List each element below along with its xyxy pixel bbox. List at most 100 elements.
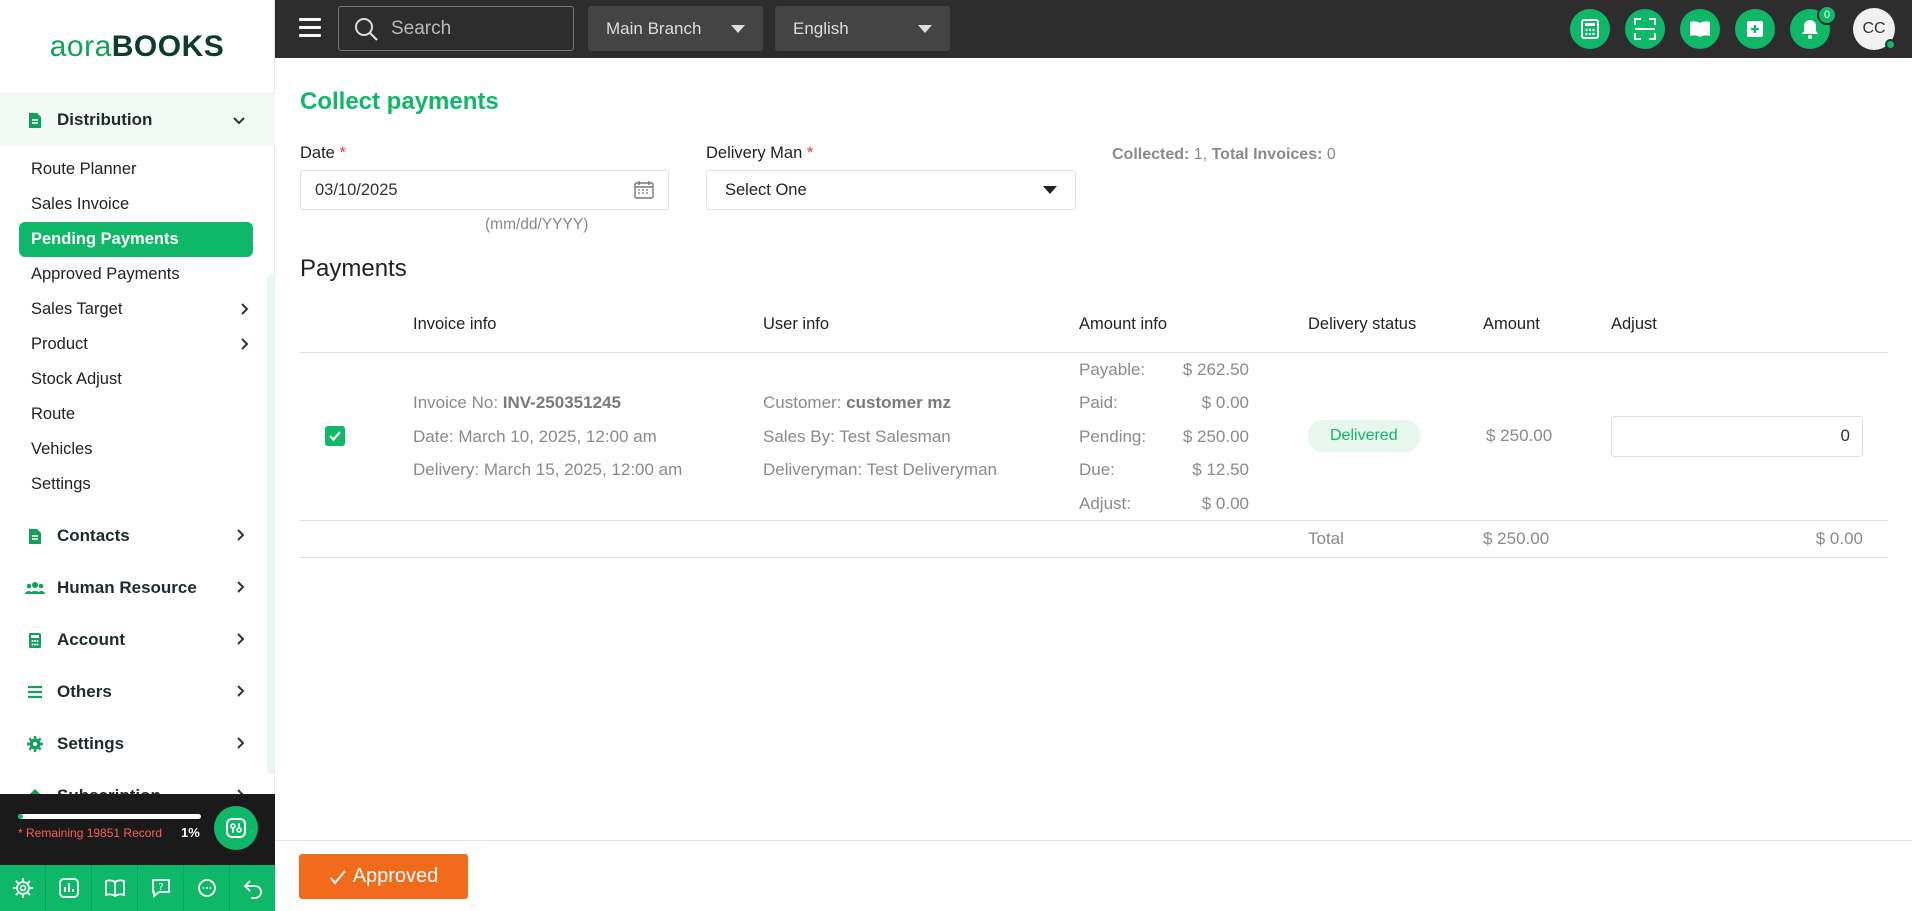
row-checkbox[interactable]: [325, 426, 345, 447]
total-adjust: $ 0.00: [1611, 520, 1888, 558]
sidebar-footer: * Remaining 19851 Record 1% ?: [0, 794, 275, 911]
sidebar-group-settings[interactable]: Settings: [0, 718, 275, 770]
sidebar-item-product[interactable]: Product: [19, 327, 253, 362]
scan-icon: [1634, 18, 1656, 40]
chat-icon: [197, 879, 216, 897]
amount-value: $ 0.00: [1201, 493, 1249, 513]
deliveryman: Deliveryman: Test Deliveryman: [763, 460, 997, 479]
sidebar-item-route[interactable]: Route: [19, 397, 253, 432]
table-header-row: Invoice info User info Amount info Deliv…: [300, 298, 1888, 353]
calculator-button[interactable]: [1570, 9, 1610, 49]
column-header-adjust: Adjust: [1611, 298, 1888, 353]
sidebar-group-others[interactable]: Others: [0, 666, 275, 718]
bell-icon: [1802, 20, 1818, 39]
sidebar-group-subscription[interactable]: Subscription: [0, 770, 275, 794]
total-amount: $ 250.00: [1483, 520, 1611, 558]
amount-line-paid: Paid: $ 0.00: [1079, 386, 1308, 420]
logo-text-part2: BOOKS: [111, 29, 225, 63]
language-select[interactable]: English: [775, 6, 950, 51]
date-label-text: Date: [300, 144, 335, 162]
amount-value: $ 0.00: [1201, 393, 1249, 412]
plus-square-icon: [1747, 21, 1763, 37]
adjust-input[interactable]: [1611, 415, 1863, 457]
main-content: Collect payments Date * 03/10/2025 (mm/d…: [275, 58, 1912, 841]
chevron-right-icon: [237, 580, 245, 596]
sidebar-item-vehicles[interactable]: Vehicles: [19, 432, 253, 467]
date-field[interactable]: 03/10/2025: [300, 170, 669, 210]
column-header-amount: Amount: [1483, 298, 1611, 353]
delivery-man-select[interactable]: Select One: [706, 170, 1076, 210]
invoice-number[interactable]: INV-250351245: [503, 393, 621, 412]
sidebar-item-sales-target[interactable]: Sales Target: [19, 292, 253, 327]
menu-toggle-button[interactable]: [299, 18, 321, 38]
reports-tool-button[interactable]: [46, 865, 92, 911]
sidebar-item-label: Product: [31, 335, 88, 353]
check-icon: [329, 869, 346, 885]
docs-tool-button[interactable]: [92, 865, 138, 911]
amount-value: $ 12.50: [1192, 460, 1249, 479]
sidebar-menu: Distribution Route Planner Sales Invoice…: [0, 94, 275, 794]
logo-text-part1: aora: [49, 29, 112, 63]
sidebar-group-label: Settings: [57, 734, 125, 753]
sidebar-group-human-resource[interactable]: Human Resource: [0, 562, 275, 614]
row-amount: $ 250.00: [1486, 426, 1553, 446]
action-footer: Approved: [275, 840, 1912, 911]
approve-button-label: Approved: [352, 865, 439, 887]
invoice-number-line: Invoice No: INV-250351245: [413, 386, 763, 420]
usage-progress-bar: [18, 814, 201, 819]
sidebar-item-route-planner[interactable]: Route Planner: [19, 152, 253, 187]
branch-select[interactable]: Main Branch: [588, 6, 763, 51]
undo-icon: [243, 880, 262, 899]
delivery-man-label: Delivery Man *: [706, 144, 813, 163]
search-box[interactable]: [338, 6, 574, 51]
collection-summary: Collected: 1, Total Invoices: 0: [1112, 146, 1336, 164]
guide-button[interactable]: [1680, 9, 1720, 49]
user-avatar[interactable]: CC: [1853, 8, 1896, 50]
amount-key: Due:: [1079, 460, 1115, 479]
back-tool-button[interactable]: [230, 865, 275, 911]
approve-button[interactable]: Approved: [299, 854, 468, 899]
sidebar-item-label: Sales Target: [31, 300, 123, 318]
chevron-right-icon: [237, 684, 245, 700]
amount-value: $ 262.50: [1182, 359, 1249, 379]
amount-key: Adjust:: [1079, 493, 1131, 513]
table-total-row: Total $ 250.00 $ 0.00: [300, 520, 1888, 558]
sidebar-group-label: Contacts: [57, 526, 130, 545]
users-icon: [25, 578, 45, 598]
quick-add-button[interactable]: [1735, 9, 1775, 49]
chat-tool-button[interactable]: [184, 865, 230, 911]
sidebar-item-stock-adjust[interactable]: Stock Adjust: [19, 362, 253, 397]
help-icon: ?: [151, 879, 170, 898]
sidebar: aora BOOKS Distribution Route Planner Sal…: [0, 0, 275, 911]
search-input[interactable]: [391, 17, 561, 40]
sidebar-group-distribution[interactable]: Distribution: [0, 94, 275, 146]
sidebar-item-approved-payments[interactable]: Approved Payments: [19, 257, 253, 292]
svg-text:?: ?: [158, 882, 163, 893]
help-tool-button[interactable]: ?: [138, 865, 184, 911]
collected-label: Collected:: [1112, 146, 1190, 163]
gear-icon: [25, 734, 45, 754]
amount-line-due: Due: $ 12.50: [1079, 453, 1308, 487]
settings-tool-button[interactable]: [0, 865, 46, 911]
ai-assistant-button[interactable]: [214, 806, 258, 850]
app-logo[interactable]: aora BOOKS: [0, 0, 274, 93]
sidebar-item-distribution-settings[interactable]: Settings: [19, 467, 253, 502]
column-header-invoice-info: Invoice info: [413, 298, 763, 353]
notifications-button[interactable]: 0: [1790, 5, 1837, 49]
sidebar-item-sales-invoice[interactable]: Sales Invoice: [19, 187, 253, 222]
sidebar-item-pending-payments[interactable]: Pending Payments: [19, 222, 253, 257]
invoice-info-cell: Invoice No: INV-250351245 Date: March 10…: [413, 352, 763, 521]
delivery-man-select-value: Select One: [725, 180, 807, 199]
scanner-button[interactable]: [1625, 9, 1665, 49]
sidebar-scrollbar[interactable]: [267, 274, 275, 774]
sidebar-item-label: Pending Payments: [31, 230, 179, 248]
sidebar-group-account[interactable]: Account: [0, 614, 275, 666]
page-title: Collect payments: [300, 88, 499, 115]
sidebar-item-label: Route: [31, 405, 76, 423]
sidebar-group-contacts[interactable]: Contacts: [0, 510, 275, 562]
sales-by: Sales By: Test Salesman: [763, 426, 951, 446]
amount-key: Paid:: [1079, 393, 1118, 412]
total-invoices-label: Total Invoices:: [1211, 146, 1323, 163]
row-select-cell: [300, 352, 413, 521]
calendar-icon[interactable]: [634, 180, 654, 200]
